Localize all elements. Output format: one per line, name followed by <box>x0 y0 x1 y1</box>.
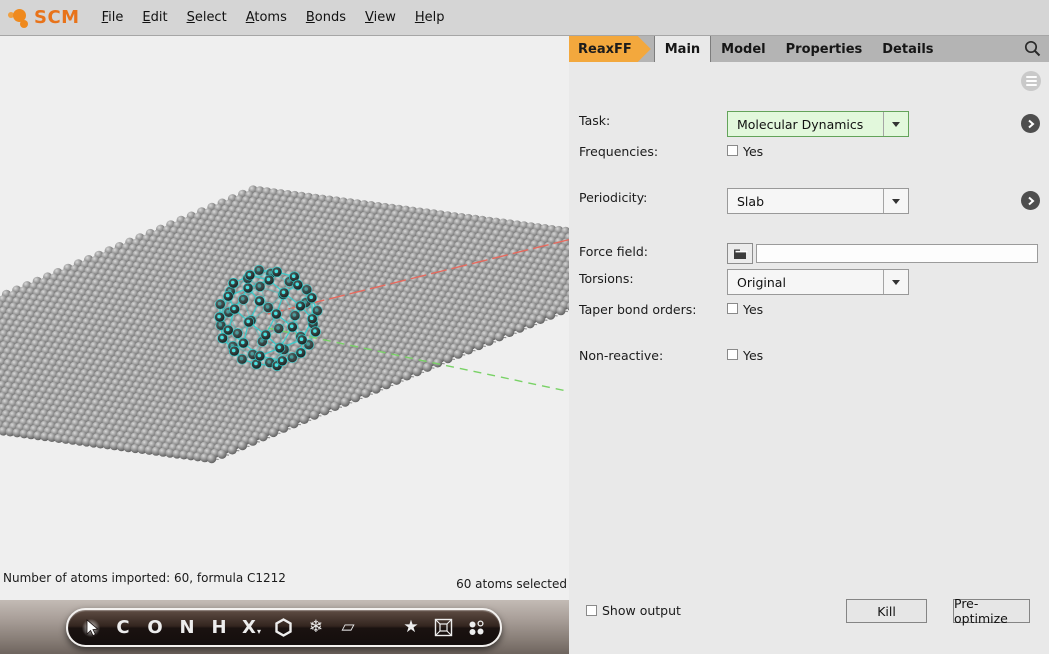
scm-logo-text: SCM <box>34 7 80 28</box>
preoptimize-button[interactable]: Pre-optimize <box>953 599 1030 623</box>
task-detail-arrow-button[interactable] <box>1021 114 1040 133</box>
element-hydrogen-button[interactable]: H <box>210 619 228 637</box>
chevron-down-icon <box>883 270 908 294</box>
structure-tool-icon[interactable]: ❄ <box>307 619 325 636</box>
element-oxygen-button[interactable]: O <box>146 619 164 637</box>
menu-items: File Edit Select Atoms Bonds View Help <box>102 10 464 25</box>
taper-bond-orders-label: Taper bond orders: <box>579 302 696 317</box>
menu-bar: SCM File Edit Select Atoms Bonds View Help <box>0 0 1049 36</box>
import-status-text: Number of atoms imported: 60, formula C1… <box>3 571 286 585</box>
show-output-checkbox[interactable] <box>586 605 597 616</box>
menu-view[interactable]: View <box>365 10 396 25</box>
chevron-right-icon <box>1026 196 1036 206</box>
force-field-label: Force field: <box>579 244 648 259</box>
tab-details[interactable]: Details <box>872 36 943 62</box>
tabs: MainModelPropertiesDetails <box>651 36 944 62</box>
chevron-down-icon <box>883 189 908 213</box>
task-label: Task: <box>579 113 610 128</box>
chevron-right-icon <box>1026 119 1036 129</box>
tab-model[interactable]: Model <box>711 36 775 62</box>
builder-toolbar: CONH X▾ ❄ ▱ ★ <box>66 608 502 647</box>
tab-bar: ReaxFF MainModelPropertiesDetails <box>569 36 1049 62</box>
menu-file[interactable]: File <box>102 10 124 25</box>
task-value: Molecular Dynamics <box>728 117 883 132</box>
non-reactive-checkbox[interactable] <box>727 349 738 360</box>
chevron-down-icon <box>883 112 908 136</box>
reaxff-panel: ReaxFF MainModelPropertiesDetails Task: … <box>569 36 1049 654</box>
frequencies-checkbox[interactable] <box>727 145 738 156</box>
menu-help[interactable]: Help <box>415 10 445 25</box>
force-field-input[interactable] <box>756 244 1038 263</box>
non-reactive-checkbox-label[interactable]: Yes <box>743 348 763 363</box>
kill-button[interactable]: Kill <box>846 599 927 623</box>
task-dropdown[interactable]: Molecular Dynamics <box>727 111 909 137</box>
search-icon[interactable] <box>1023 39 1043 59</box>
non-reactive-label: Non-reactive: <box>579 348 663 363</box>
tab-main[interactable]: Main <box>654 36 711 62</box>
torsions-dropdown[interactable]: Original <box>727 269 909 295</box>
torsions-value: Original <box>728 275 883 290</box>
cell-frame-icon[interactable] <box>434 618 453 637</box>
tab-properties[interactable]: Properties <box>776 36 873 62</box>
force-field-browse-button[interactable] <box>727 243 753 264</box>
frequencies-checkbox-label[interactable]: Yes <box>743 144 763 159</box>
menu-bonds[interactable]: Bonds <box>306 10 346 25</box>
bottom-toolbar-area: CONH X▾ ❄ ▱ ★ <box>0 600 569 654</box>
ring-tool-icon[interactable] <box>274 618 293 637</box>
periodicity-label: Periodicity: <box>579 190 647 205</box>
frequencies-label: Frequencies: <box>579 144 658 159</box>
folder-icon <box>733 248 748 260</box>
molecule-scene[interactable] <box>0 36 569 600</box>
select-pointer-icon[interactable] <box>82 619 100 637</box>
element-picker-button[interactable]: X▾ <box>242 619 260 637</box>
periodicity-dropdown[interactable]: Slab <box>727 188 909 214</box>
element-nitrogen-button[interactable]: N <box>178 619 196 637</box>
element-carbon-button[interactable]: C <box>114 619 132 637</box>
periodicity-detail-arrow-button[interactable] <box>1021 191 1040 210</box>
menu-select[interactable]: Select <box>187 10 227 25</box>
taper-bond-orders-checkbox[interactable] <box>727 303 738 314</box>
molecule-viewer[interactable]: Number of atoms imported: 60, formula C1… <box>0 36 569 600</box>
favorites-star-icon[interactable]: ★ <box>402 619 420 636</box>
selection-status-text: 60 atoms selected <box>456 577 567 591</box>
menu-atoms[interactable]: Atoms <box>246 10 287 25</box>
application-window: SCM File Edit Select Atoms Bonds View Help Num… <box>0 0 1049 654</box>
scm-logo-icon <box>8 6 34 30</box>
torsions-label: Torsions: <box>579 271 634 286</box>
menu-edit[interactable]: Edit <box>142 10 167 25</box>
plane-tool-icon[interactable]: ▱ <box>339 619 357 636</box>
show-output-label[interactable]: Show output <box>602 603 681 618</box>
scm-logo: SCM <box>8 6 80 30</box>
module-tab-reaxff[interactable]: ReaxFF <box>569 36 651 62</box>
taper-bond-orders-checkbox-label[interactable]: Yes <box>743 302 763 317</box>
fragments-icon[interactable] <box>467 619 486 637</box>
periodicity-value: Slab <box>728 194 883 209</box>
panel-menu-icon[interactable] <box>1021 71 1041 91</box>
